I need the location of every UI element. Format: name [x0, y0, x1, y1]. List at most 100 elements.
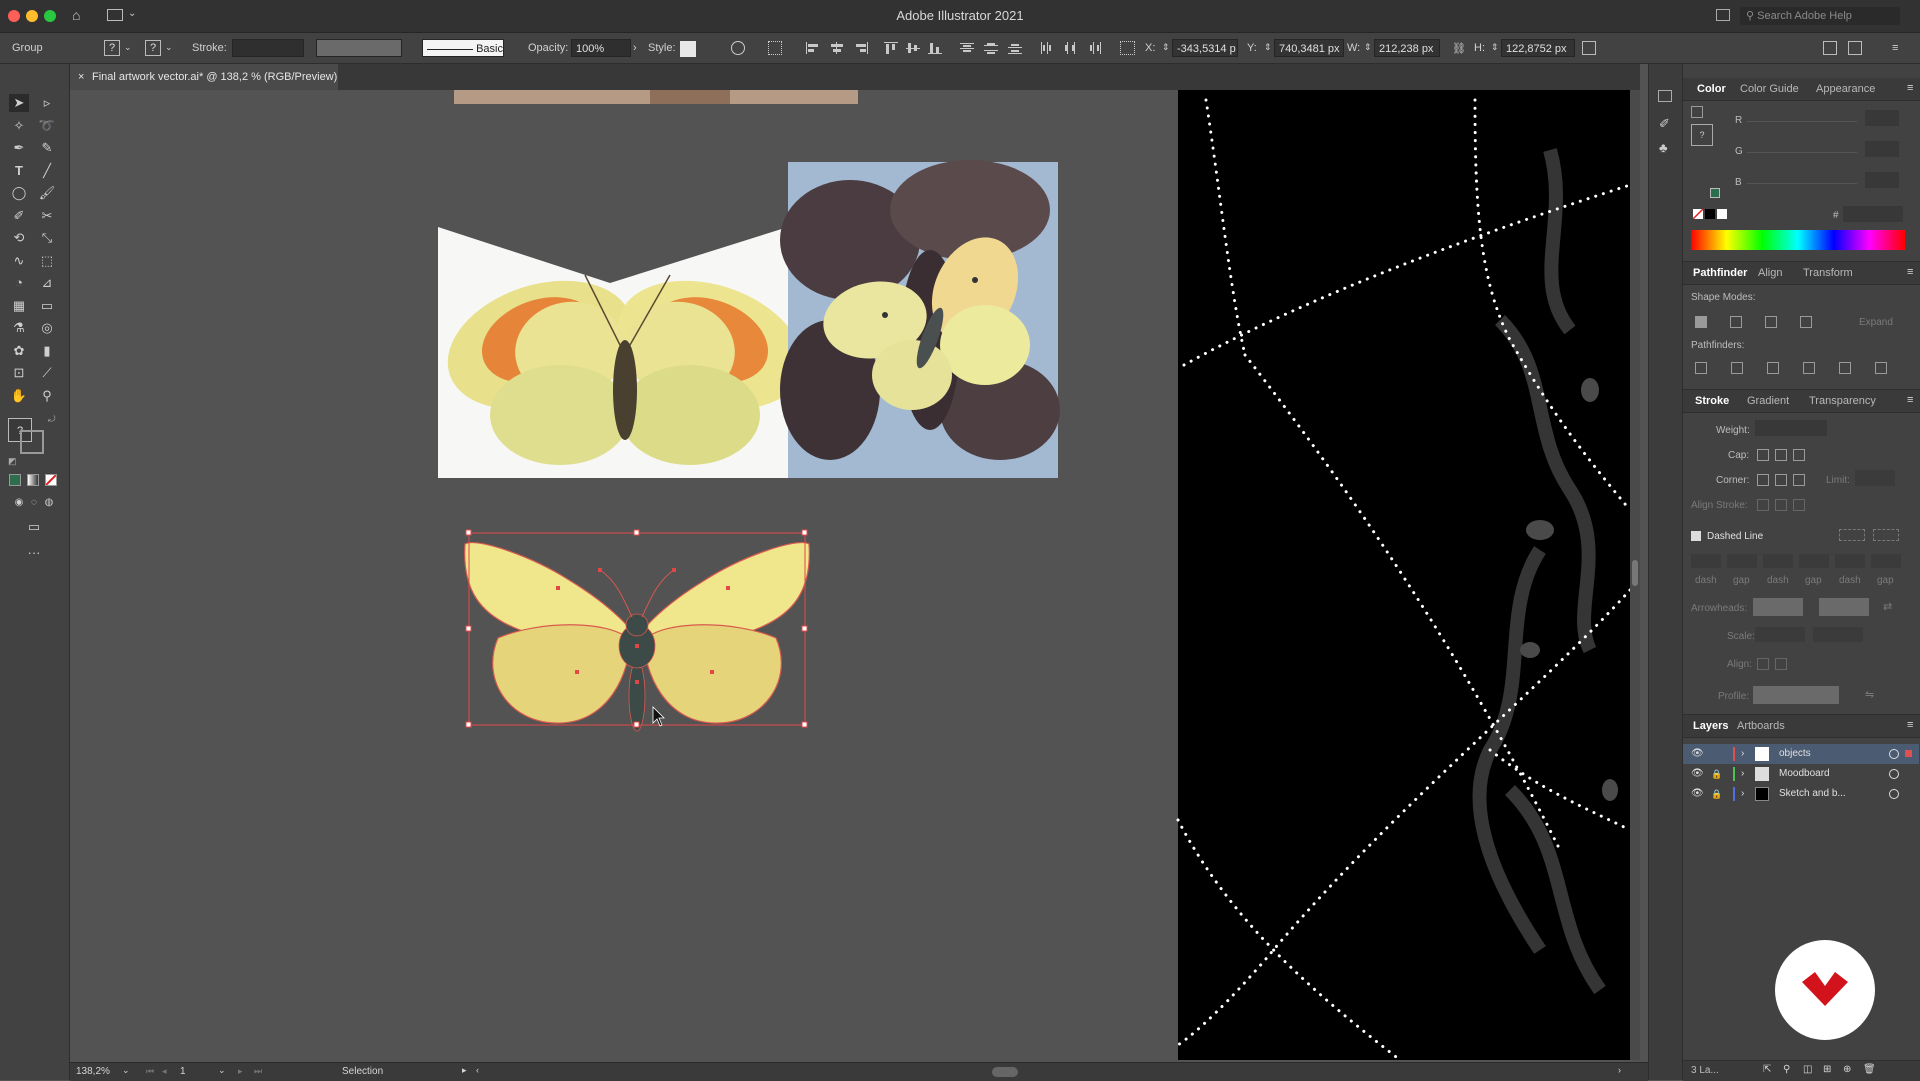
resize-handle-w[interactable] [465, 625, 472, 632]
constrain-proportions-icon[interactable]: ⛓ [1452, 42, 1466, 55]
align-bottom-icon[interactable] [928, 42, 942, 54]
limit-field[interactable] [1855, 470, 1895, 486]
chevron-right-icon[interactable]: › [1741, 784, 1744, 804]
panel-menu-icon[interactable]: ≡ [1907, 82, 1913, 94]
minus-front-icon[interactable] [1730, 316, 1742, 328]
recolor-artwork-icon[interactable] [731, 41, 745, 55]
eyedropper-tool-icon[interactable]: ⚗ [9, 319, 29, 337]
stroke-swatch[interactable]: ? [145, 40, 161, 56]
graphic-style-swatch[interactable] [680, 41, 696, 57]
hex-value-field[interactable] [1843, 206, 1903, 222]
column-graph-tool-icon[interactable]: ▮ [37, 342, 57, 360]
panel-toggle-icon[interactable] [1716, 9, 1730, 21]
gap-field-1[interactable] [1727, 554, 1757, 568]
vertical-scroll-thumb[interactable] [1632, 560, 1638, 586]
dash-field-3[interactable] [1835, 554, 1865, 568]
screen-mode-icon[interactable]: ▭ [24, 518, 44, 536]
distribute-top-icon[interactable] [960, 42, 974, 54]
align-stroke-center-icon[interactable] [1757, 499, 1769, 511]
chevron-down-icon[interactable]: ⌄ [124, 42, 132, 53]
zoom-tool-icon[interactable]: ⚲ [37, 387, 57, 405]
new-layer-icon[interactable]: ⊕ [1843, 1064, 1851, 1075]
arrow-tip-extend-icon[interactable] [1757, 658, 1769, 670]
lock-icon[interactable]: 🔒 [1711, 764, 1722, 784]
resize-handle-sw[interactable] [465, 721, 472, 728]
ellipse-tool-icon[interactable]: ◯ [9, 184, 29, 202]
last-artboard-icon[interactable]: ⏭ [254, 1066, 262, 1077]
color-spectrum[interactable] [1691, 230, 1905, 250]
stroke-weight-field[interactable] [232, 39, 304, 57]
resize-handle-nw[interactable] [465, 529, 472, 536]
blend-tool-icon[interactable]: ◎ [37, 319, 57, 337]
distribute-center-icon[interactable] [1064, 42, 1078, 54]
stepper-icon[interactable]: ⇕ [1491, 42, 1499, 53]
panel-menu-icon[interactable]: ≡ [1907, 719, 1913, 731]
weight-field[interactable] [1755, 420, 1827, 436]
type-tool-icon[interactable]: T [9, 162, 29, 180]
align-middle-icon[interactable] [906, 42, 920, 54]
close-tab-icon[interactable]: × [78, 64, 84, 90]
tab-color-guide[interactable]: Color Guide [1740, 83, 1799, 95]
warp-tool-icon[interactable]: ∿ [9, 252, 29, 270]
next-artboard-icon[interactable]: ▸ [238, 1066, 243, 1077]
variable-width-profile[interactable] [316, 39, 402, 57]
distribute-bottom-icon[interactable] [1008, 42, 1022, 54]
r-slider[interactable] [1747, 121, 1857, 122]
chevron-down-icon[interactable]: ⌄ [122, 1065, 130, 1076]
document-tab[interactable]: × Final artwork vector.ai* @ 138,2 % (RG… [70, 64, 338, 90]
butt-cap-icon[interactable] [1757, 449, 1769, 461]
swap-fill-stroke-icon[interactable]: ⤾ [48, 414, 56, 425]
scissors-tool-icon[interactable]: ✂ [37, 207, 57, 225]
sketch-artboard[interactable] [1176, 90, 1632, 1060]
resize-handle-se[interactable] [801, 721, 808, 728]
arrange-documents-icon[interactable] [1823, 41, 1837, 55]
none-swatch[interactable] [1693, 209, 1703, 219]
tab-color[interactable]: Color [1697, 83, 1726, 95]
chevron-right-icon[interactable]: › [1741, 744, 1744, 764]
vector-butterfly-group[interactable] [464, 529, 810, 732]
dash-align-corners-icon[interactable] [1873, 529, 1899, 541]
new-sublayer-icon[interactable]: ⊞ [1823, 1064, 1831, 1075]
expand-button[interactable]: Expand [1859, 317, 1893, 328]
tab-transform[interactable]: Transform [1803, 267, 1853, 279]
paintbrush-tool-icon[interactable]: 🖌 [37, 184, 57, 202]
w-field[interactable]: 212,238 px [1374, 39, 1440, 57]
shaper-tool-icon[interactable]: ✐ [9, 207, 29, 225]
swap-arrowheads-icon[interactable]: ⇄ [1883, 600, 1892, 613]
distribute-left-icon[interactable] [1040, 42, 1054, 54]
tab-stroke[interactable]: Stroke [1695, 395, 1729, 407]
merge-icon[interactable] [1767, 362, 1779, 374]
profile-select[interactable] [1753, 686, 1839, 704]
chevron-down-icon[interactable]: ⌄ [165, 42, 173, 53]
target-icon[interactable] [1889, 749, 1899, 759]
tab-layers[interactable]: Layers [1693, 720, 1728, 732]
none-mode-icon[interactable] [45, 474, 57, 486]
previous-artboard-icon[interactable]: ◂ [162, 1066, 167, 1077]
resize-handle-e[interactable] [801, 625, 808, 632]
resize-handle-s[interactable] [633, 721, 640, 728]
tab-pathfinder[interactable]: Pathfinder [1693, 267, 1747, 279]
symbols-panel-icon[interactable]: ♣ [1659, 140, 1668, 155]
distribute-right-icon[interactable] [1088, 42, 1102, 54]
clipping-mask-icon[interactable]: ◫ [1803, 1064, 1812, 1075]
fill-swatch[interactable]: ? [104, 40, 120, 56]
flip-profile-icon[interactable]: ⇋ [1865, 688, 1874, 701]
visibility-eye-icon[interactable]: 👁 [1691, 744, 1704, 764]
free-transform-tool-icon[interactable]: ⬚ [37, 252, 57, 270]
layer-name[interactable]: objects [1779, 744, 1811, 764]
last-color-swatch[interactable] [1710, 188, 1720, 198]
scale-tool-icon[interactable]: ⤡ [37, 229, 57, 247]
round-join-icon[interactable] [1775, 474, 1787, 486]
arrow-tip-place-icon[interactable] [1775, 658, 1787, 670]
vertical-scrollbar[interactable] [1630, 90, 1640, 1060]
delete-layer-icon[interactable]: 🗑 [1863, 1064, 1876, 1075]
default-colors-icon[interactable]: ◩ [8, 456, 17, 467]
h-field[interactable]: 122,8752 px [1501, 39, 1575, 57]
arrowhead-end-select[interactable] [1819, 598, 1869, 616]
align-stroke-inside-icon[interactable] [1775, 499, 1787, 511]
magic-wand-tool-icon[interactable]: ✧ [9, 117, 29, 135]
visibility-eye-icon[interactable]: 👁 [1691, 764, 1704, 784]
miter-join-icon[interactable] [1757, 474, 1769, 486]
color-fill-icon[interactable] [1691, 106, 1703, 118]
pen-tool-icon[interactable]: ✒ [9, 139, 29, 157]
